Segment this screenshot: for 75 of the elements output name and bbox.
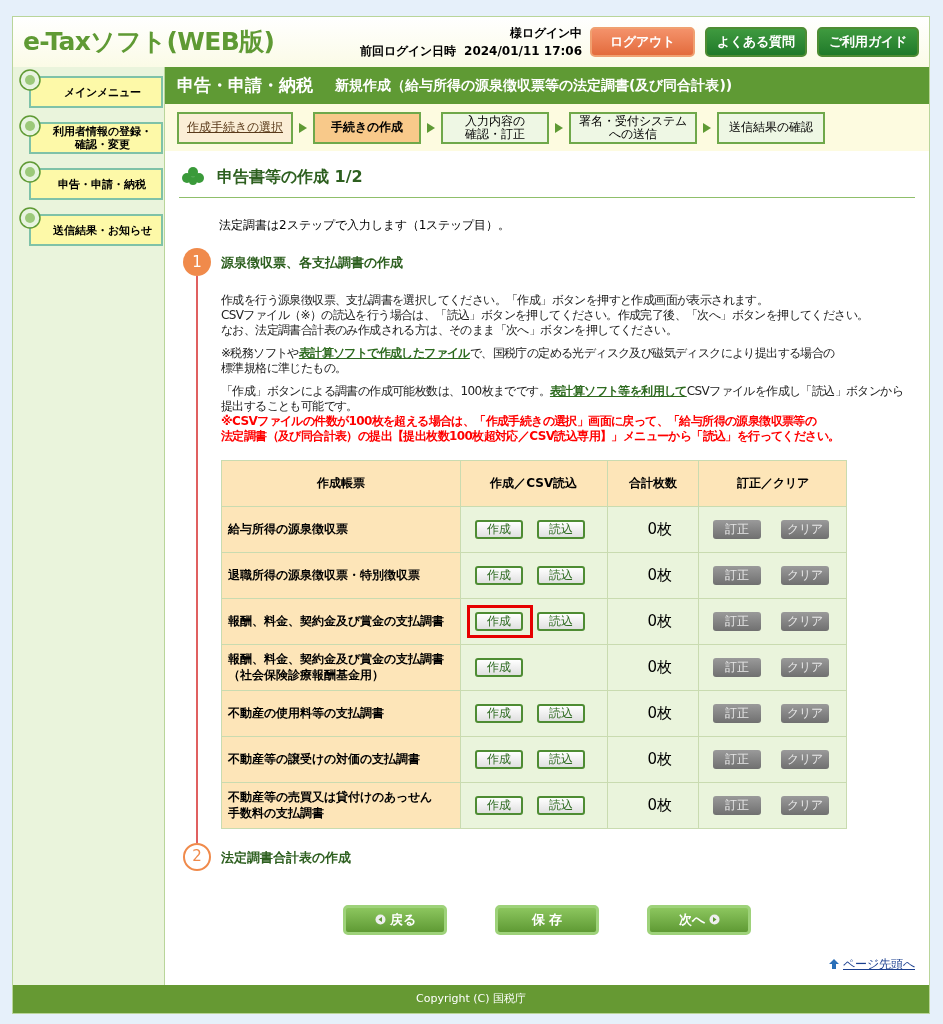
paragraph-text: 「作成」ボタンによる調書の作成可能枚数は、100枚までです。表計算ソフト等を利用してCSVファイルを作成し「読込」ボタンから	[221, 383, 904, 399]
action-button[interactable]: 作成	[474, 565, 523, 585]
table-cell: 0枚	[607, 736, 699, 782]
table-cell: 不動産等の譲受けの対価の支払調書	[221, 736, 461, 782]
action-button[interactable]: 読込	[536, 749, 585, 769]
table-cell: 不動産の使用料等の支払調書	[221, 690, 461, 736]
step-number-badge: 1	[183, 248, 211, 276]
menu-circle-icon	[19, 207, 41, 229]
step-number-badge: 2	[183, 842, 211, 871]
clover-icon	[181, 166, 205, 188]
step-arrow-icon	[555, 122, 563, 133]
action-button[interactable]: 作成	[474, 703, 523, 723]
paragraph-text: 標準規格に準じたもの。	[221, 360, 348, 376]
table-cell: 0枚	[607, 552, 699, 598]
paragraph-text: なお、法定調書合計表のみ作成される方は、そのまま「次へ」ボタンを押してください。	[221, 322, 678, 338]
text-link[interactable]: 表計算ソフト等を利用して	[549, 383, 687, 398]
process-step: 送信結果の確認	[717, 111, 825, 144]
intro-text: 法定調書は2ステップで入力します（1ステップ目）。	[219, 217, 512, 234]
paragraph-text: 作成を行う源泉徴収票、支払調書を選択してください。「作成」ボタンを押すと作成画面が表示されます。	[221, 292, 770, 308]
paragraph-text: 提出することも可能です。	[221, 398, 359, 414]
action-button[interactable]: 読込	[536, 611, 585, 631]
sidebar-item[interactable]: 申告・申請・納税	[29, 168, 163, 200]
menu-circle-icon	[19, 115, 41, 137]
table-cell: 0枚	[607, 598, 699, 644]
sidebar-item[interactable]: メインメニュー	[29, 76, 163, 108]
last-login-label: 前回ログイン日時	[360, 43, 457, 60]
step-arrow-icon	[427, 122, 435, 133]
warning-text: ※CSVファイルの件数が100枚を超える場合は、「作成手続きの選択」画面に戻って、「給与所得の源泉徴収票等の	[221, 413, 818, 429]
last-login-time: 2024/01/11 17:06	[464, 43, 582, 60]
action-button[interactable]: 作成	[474, 611, 523, 631]
step-arrow-icon	[703, 122, 711, 133]
column-header: 作成／CSV読込	[460, 460, 608, 506]
copyright-footer: Copyright (C) 国税庁	[13, 985, 929, 1013]
column-header: 作成帳票	[221, 460, 461, 506]
action-button[interactable]: 読込	[536, 519, 585, 539]
table-cell: 0枚	[607, 506, 699, 552]
page-subtitle: 新規作成（給与所得の源泉徴収票等の法定調書(及び同合計表))	[335, 76, 733, 95]
process-step: 入力内容の 確認・訂正	[441, 111, 549, 144]
page-title: 申告・申請・納税	[177, 73, 313, 97]
column-header: 合計枚数	[607, 460, 699, 506]
table-cell: 報酬、料金、契約金及び賞金の支払調書	[221, 598, 461, 644]
process-step: 署名・受付システム への送信	[569, 111, 697, 144]
header-nav-button[interactable]: よくある質問	[705, 27, 807, 57]
step-title: 源泉徴収票、各支払調書の作成	[221, 254, 404, 272]
action-button[interactable]: 作成	[474, 795, 523, 815]
sidebar-item[interactable]: 送信結果・お知らせ	[29, 214, 163, 246]
step-arrow-icon	[299, 122, 307, 133]
up-arrow-icon	[829, 957, 841, 970]
paragraph-text: ※税務ソフトや表計算ソフトで作成したファイルで、国税庁の定める光ディスク及び磁気ディスクにより提出する場合の	[221, 345, 836, 361]
action-button[interactable]: 読込	[536, 703, 585, 723]
page-top-link[interactable]: ページ先頭へ	[843, 954, 915, 973]
table-cell: 退職所得の源泉徴収票・特別徴収票	[221, 552, 461, 598]
paragraph-text: CSVファイル（※）の読込を行う場合は、「読込」ボタンを押してください。作成完了後、「次へ」ボタンを押してください。	[221, 307, 870, 323]
action-button[interactable]: 作成	[474, 519, 523, 539]
menu-circle-icon	[19, 161, 41, 183]
logo: e-Taxソフト(WEB版)	[23, 26, 275, 59]
action-button[interactable]: 読込	[536, 795, 585, 815]
action-button[interactable]: 読込	[536, 565, 585, 585]
action-button[interactable]: 作成	[474, 749, 523, 769]
column-header: 訂正／クリア	[698, 460, 847, 506]
table-cell: 報酬、料金、契約金及び賞金の支払調書 （社会保険診療報酬基金用）	[221, 644, 461, 690]
section-heading: 申告書等の作成 1/2	[217, 166, 363, 188]
table-cell: 0枚	[607, 644, 699, 690]
table-cell: 不動産等の売買又は貸付けのあっせん 手数料の支払調書	[221, 782, 461, 828]
step-title: 法定調書合計表の作成	[221, 848, 352, 867]
table-cell: 給与所得の源泉徴収票	[221, 506, 461, 552]
table-cell: 0枚	[607, 690, 699, 736]
process-step: 手続きの作成	[313, 111, 421, 144]
table-cell: 0枚	[607, 782, 699, 828]
header-nav-button[interactable]: ご利用ガイド	[817, 27, 919, 57]
text-link[interactable]: 表計算ソフトで作成したファイル	[298, 345, 470, 360]
warning-text: 法定調書（及び同合計表）の提出【提出枚数100枚超対応／CSV読込専用】」メニューから「読込」を行ってください。	[221, 428, 841, 444]
sidebar-item[interactable]: 利用者情報の登録・ 確認・変更	[29, 122, 163, 154]
action-button[interactable]: 作成	[474, 657, 523, 677]
login-status: 様ログイン中	[510, 25, 582, 42]
